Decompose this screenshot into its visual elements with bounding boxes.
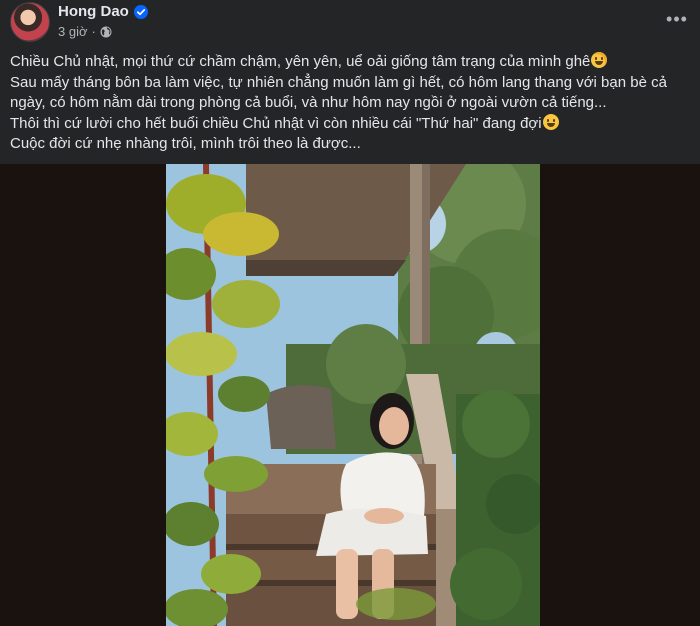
more-options-button[interactable]: ••• (662, 6, 692, 32)
meta-separator: · (91, 24, 96, 39)
post-photo[interactable] (166, 164, 540, 626)
post-text-line: ngày, có hôm nằm dài trong phòng cả buổi… (10, 94, 607, 111)
post-text-line: Cuộc đời cứ nhẹ nhàng trôi, mình trôi th… (10, 135, 361, 152)
post-text-line: Chiều Chủ nhật, mọi thứ cứ chầm chậm, yê… (10, 52, 694, 73)
author-avatar[interactable] (10, 2, 50, 42)
post-meta: 3 giờ · (58, 24, 112, 39)
post-text-line: Sau mấy tháng bôn ba làm việc, tự nhiên … (10, 73, 667, 91)
author-name[interactable]: Hong Dao (58, 3, 129, 20)
grinning-sweat-emoji (591, 52, 608, 68)
post-media-area (0, 164, 700, 626)
more-options-icon: ••• (666, 9, 688, 29)
post-timestamp[interactable]: 3 giờ (58, 24, 88, 39)
post-text: Chiều Chủ nhật, mọi thứ cứ chầm chậm, yê… (10, 52, 694, 155)
post-header: Hong Dao 3 giờ · ••• (0, 0, 700, 46)
verified-badge-icon (133, 4, 148, 19)
author-row: Hong Dao (58, 3, 148, 20)
post-text-line: Thôi thì cứ lười cho hết buổi chiều Chủ … (10, 113, 694, 135)
grinning-emoji (542, 113, 559, 130)
globe-icon[interactable] (100, 26, 112, 38)
